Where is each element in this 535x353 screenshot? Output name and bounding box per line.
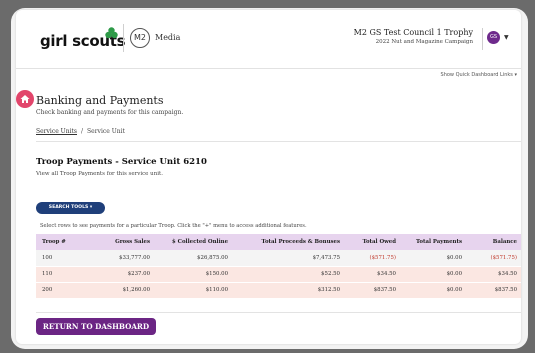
header-separator <box>16 68 521 69</box>
troop-payments-table: Troop # Gross Sales $ Collected Online T… <box>36 234 521 299</box>
cell-total-owed: $837.50 <box>344 282 400 299</box>
user-avatar[interactable]: GS <box>487 31 500 44</box>
cell-gross-sales: $237.00 <box>92 266 154 283</box>
page-title: Banking and Payments <box>36 94 164 107</box>
chevron-down-icon[interactable]: ▼ <box>504 34 509 41</box>
cell-total-payments: $0.00 <box>400 250 466 267</box>
page-description: Check banking and payments for this camp… <box>36 109 184 116</box>
cell-gross-sales: $1,260.00 <box>92 282 154 299</box>
col-total-owed[interactable]: Total Owed <box>344 234 400 250</box>
table-header-row: Troop # Gross Sales $ Collected Online T… <box>36 234 521 250</box>
table-instructions: Select rows to see payments for a partic… <box>40 223 307 229</box>
cell-troop: 100 <box>36 250 92 267</box>
section-description: View all Troop Payments for this service… <box>36 171 163 177</box>
col-troop[interactable]: Troop # <box>36 234 92 250</box>
col-collected-online[interactable]: $ Collected Online <box>154 234 232 250</box>
campaign-title: M2 GS Test Council 1 Trophy <box>353 28 473 37</box>
breadcrumb-service-units-link[interactable]: Service Units <box>36 128 77 135</box>
campaign-subtitle: 2022 Nut and Magazine Campaign <box>375 39 473 45</box>
section-title: Troop Payments - Service Unit 6210 <box>36 157 207 167</box>
cell-gross-sales: $33,777.00 <box>92 250 154 267</box>
divider <box>36 141 521 142</box>
cell-total-owed: ($571.75) <box>344 250 400 267</box>
cell-balance: $34.50 <box>466 266 521 283</box>
breadcrumb-separator: / <box>81 128 84 135</box>
cell-collected-online: $26,875.00 <box>154 250 232 267</box>
cell-total-owed: $34.50 <box>344 266 400 283</box>
home-button[interactable] <box>16 90 34 108</box>
quick-dashboard-links[interactable]: Show Quick Dashboard Links ▾ <box>441 72 517 78</box>
breadcrumb: Service Units / Service Unit <box>36 128 125 135</box>
cell-total-payments: $0.00 <box>400 266 466 283</box>
search-tools-button[interactable]: SEARCH TOOLS ▾ <box>36 202 105 214</box>
return-to-dashboard-button[interactable]: RETURN TO DASHBOARD <box>36 318 156 335</box>
cell-balance: ($571.75) <box>466 250 521 267</box>
cell-collected-online: $150.00 <box>154 266 232 283</box>
m2-logo-badge: M2 <box>130 28 150 48</box>
header-divider-right <box>482 28 483 50</box>
table-row[interactable]: 200 $1,260.00 $110.00 $312.50 $837.50 $0… <box>36 282 521 299</box>
cell-troop: 110 <box>36 266 92 283</box>
col-total-proceeds[interactable]: Total Proceeds & Bonuses <box>232 234 344 250</box>
cell-total-payments: $0.00 <box>400 282 466 299</box>
table-row[interactable]: 100 $33,777.00 $26,875.00 $7,473.75 ($57… <box>36 250 521 267</box>
home-icon <box>20 95 30 103</box>
cell-collected-online: $110.00 <box>154 282 232 299</box>
cell-troop: 200 <box>36 282 92 299</box>
col-balance[interactable]: Balance <box>466 234 521 250</box>
col-gross-sales[interactable]: Gross Sales <box>92 234 154 250</box>
main-card: girl scouts M2 Media M2 GS Test Council … <box>16 10 521 344</box>
cell-total-proceeds: $52.50 <box>232 266 344 283</box>
cell-balance: $837.50 <box>466 282 521 299</box>
app-header: girl scouts M2 Media M2 GS Test Council … <box>16 10 521 70</box>
divider <box>36 312 521 313</box>
breadcrumb-current: Service Unit <box>87 128 125 135</box>
cell-total-proceeds: $7,473.75 <box>232 250 344 267</box>
col-total-payments[interactable]: Total Payments <box>400 234 466 250</box>
m2-media-label: Media <box>155 33 181 42</box>
header-divider <box>123 24 124 52</box>
table-row[interactable]: 110 $237.00 $150.00 $52.50 $34.50 $0.00 … <box>36 266 521 283</box>
trefoil-icon <box>105 27 118 39</box>
cell-total-proceeds: $312.50 <box>232 282 344 299</box>
